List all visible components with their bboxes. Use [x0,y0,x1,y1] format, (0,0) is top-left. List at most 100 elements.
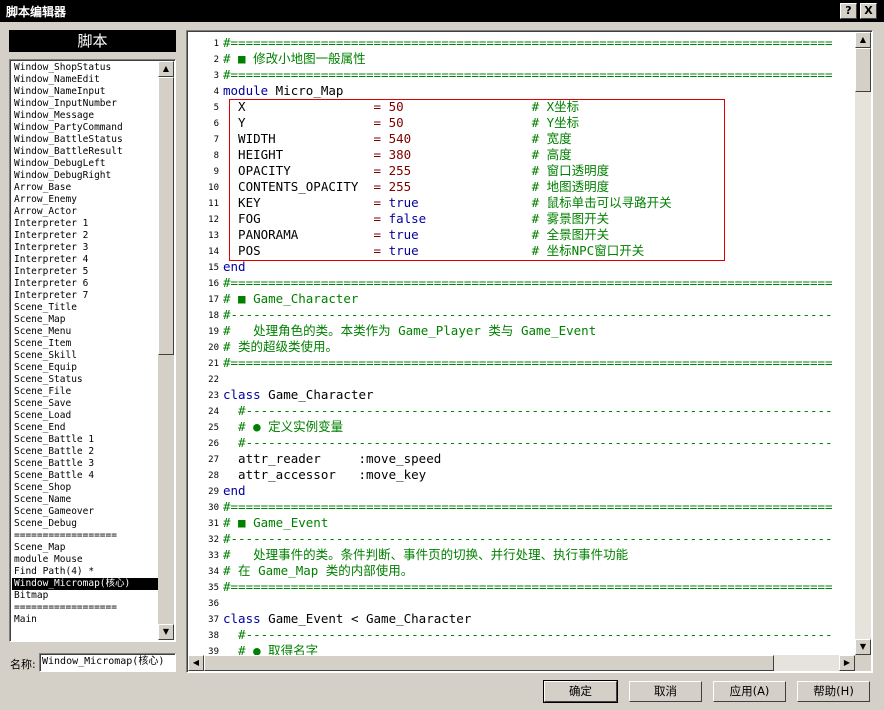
script-list-item[interactable]: Scene_Item [12,338,158,350]
help-title-button[interactable]: ? [840,3,857,19]
code-line[interactable]: 32 #-------------------------------------… [189,531,855,547]
script-list-item[interactable]: Scene_Save [12,398,158,410]
script-list-item[interactable]: Scene_Status [12,374,158,386]
script-list-item[interactable]: Scene_Name [12,494,158,506]
code-line[interactable]: 26 #------------------------------------… [189,435,855,451]
editor-vertical-scrollbar[interactable]: ▲ ▼ [855,32,871,655]
code-line[interactable]: 6 Y = 50 # Y坐标 [189,115,855,131]
script-list-item[interactable]: Window_PartyCommand [12,122,158,134]
script-list-item[interactable]: Bitmap [12,590,158,602]
script-list-item[interactable]: Scene_Shop [12,482,158,494]
code-line[interactable]: 5 X = 50 # X坐标 [189,99,855,115]
script-list-item[interactable]: Scene_Equip [12,362,158,374]
script-list-item[interactable]: Window_InputNumber [12,98,158,110]
script-list-item[interactable]: Scene_Menu [12,326,158,338]
script-list-scrollbar[interactable]: ▲ ▼ [158,61,174,640]
code-line[interactable]: 35 #=====================================… [189,579,855,595]
script-list-item[interactable]: Scene_Battle 3 [12,458,158,470]
script-list-item[interactable]: Interpreter 7 [12,290,158,302]
code-line[interactable]: 2 # ■ 修改小地图一般属性 [189,51,855,67]
script-list-item[interactable]: Find Path(4) * [12,566,158,578]
code-line[interactable]: 33 # 处理事件的类。条件判断、事件页的切换、并行处理、执行事件功能 [189,547,855,563]
code-line[interactable]: 14 POS = true # 坐标NPC窗口开关 [189,243,855,259]
scroll-left-icon[interactable]: ◀ [188,655,204,671]
ok-button[interactable]: 确定 [543,680,618,703]
script-list-item[interactable]: Scene_Battle 1 [12,434,158,446]
code-line[interactable]: 25 # ● 定义实例变量 [189,419,855,435]
code-line[interactable]: 17 # ■ Game_Character [189,291,855,307]
code-line[interactable]: 28 attr_accessor :move_key [189,467,855,483]
code-line[interactable]: 38 #------------------------------------… [189,627,855,643]
code-line[interactable]: 9 OPACITY = 255 # 窗口透明度 [189,163,855,179]
code-line[interactable]: 11 KEY = true # 鼠标单击可以寻路开关 [189,195,855,211]
script-list-item[interactable]: Interpreter 6 [12,278,158,290]
code-line[interactable]: 30 #=====================================… [189,499,855,515]
code-line[interactable]: 24 #------------------------------------… [189,403,855,419]
code-line[interactable]: 12 FOG = false # 雾景图开关 [189,211,855,227]
code-line[interactable]: 27 attr_reader :move_speed [189,451,855,467]
editor-horizontal-scrollbar[interactable]: ◀ ▶ [188,655,855,671]
code-line[interactable]: 37 class Game_Event < Game_Character [189,611,855,627]
script-list[interactable]: Window_ShopStatus Window_NameEdit Window_N… [9,59,176,642]
code-line[interactable]: 8 HEIGHT = 380 # 高度 [189,147,855,163]
script-list-item[interactable]: ================== [12,530,158,542]
scroll-up-icon[interactable]: ▲ [158,61,174,77]
scroll-right-icon[interactable]: ▶ [839,655,855,671]
script-list-item[interactable]: Scene_End [12,422,158,434]
code-line[interactable]: 29 end [189,483,855,499]
script-list-item[interactable]: Window_ShopStatus [12,62,158,74]
script-list-item[interactable]: Window_DebugRight [12,170,158,182]
script-list-item[interactable]: Window_DebugLeft [12,158,158,170]
code-line[interactable]: 22 [189,371,855,387]
code-line[interactable]: 36 [189,595,855,611]
script-list-item[interactable]: Scene_Gameover [12,506,158,518]
code-line[interactable]: 18 #-------------------------------------… [189,307,855,323]
script-list-item[interactable]: Interpreter 5 [12,266,158,278]
code-line[interactable]: 23 class Game_Character [189,387,855,403]
script-list-item[interactable]: Scene_Debug [12,518,158,530]
code-line[interactable]: 7 WIDTH = 540 # 宽度 [189,131,855,147]
code-line[interactable]: 19 # 处理角色的类。本类作为 Game_Player 类与 Game_Even… [189,323,855,339]
script-list-item[interactable]: Scene_Battle 2 [12,446,158,458]
code-line[interactable]: 21 #=====================================… [189,355,855,371]
script-list-item[interactable]: Interpreter 4 [12,254,158,266]
script-list-item[interactable]: Interpreter 2 [12,230,158,242]
code-line[interactable]: 4 module Micro_Map [189,83,855,99]
script-list-item[interactable]: Arrow_Actor [12,206,158,218]
code-line[interactable]: 1 #======================================… [189,35,855,51]
help-button[interactable]: 帮助(H) [797,681,870,702]
script-list-item[interactable]: Window_BattleResult [12,146,158,158]
code-line[interactable]: 10 CONTENTS_OPACITY = 255 # 地图透明度 [189,179,855,195]
script-list-item[interactable]: Scene_Skill [12,350,158,362]
script-list-item[interactable]: Arrow_Enemy [12,194,158,206]
script-list-item[interactable]: ================== [12,602,158,614]
script-list-item[interactable]: Scene_Battle 4 [12,470,158,482]
close-title-button[interactable]: X [860,3,877,19]
script-list-item[interactable]: Window_Message [12,110,158,122]
script-list-item[interactable]: Window_BattleStatus [12,134,158,146]
code-line[interactable]: 39 # ● 取得名字 [189,643,855,655]
code-line[interactable]: 34 # 在 Game_Map 类的内部使用。 [189,563,855,579]
scroll-up-icon[interactable]: ▲ [855,32,871,48]
script-list-item[interactable]: Window_Micromap(核心) [12,578,158,590]
cancel-button[interactable]: 取消 [629,681,702,702]
editor-scroll-thumb[interactable] [855,48,871,92]
script-list-item[interactable]: Scene_File [12,386,158,398]
script-list-item[interactable]: Scene_Map [12,542,158,554]
code-line[interactable]: 31 # ■ Game_Event [189,515,855,531]
script-list-item[interactable]: Arrow_Base [12,182,158,194]
script-list-item[interactable]: Window_NameInput [12,86,158,98]
code-area[interactable]: 1 #======================================… [189,33,855,655]
script-list-item[interactable]: Window_NameEdit [12,74,158,86]
script-list-item[interactable]: Scene_Map [12,314,158,326]
script-list-item[interactable]: Interpreter 1 [12,218,158,230]
script-list-item[interactable]: module Mouse [12,554,158,566]
script-list-item[interactable]: Scene_Title [12,302,158,314]
scroll-down-icon[interactable]: ▼ [855,639,871,655]
code-line[interactable]: 20 # 类的超级类使用。 [189,339,855,355]
code-editor[interactable]: 1 #======================================… [186,30,873,673]
code-line[interactable]: 13 PANORAMA = true # 全景图开关 [189,227,855,243]
scroll-thumb[interactable] [158,77,174,355]
editor-hscroll-thumb[interactable] [204,655,774,671]
script-list-item[interactable]: Scene_Load [12,410,158,422]
